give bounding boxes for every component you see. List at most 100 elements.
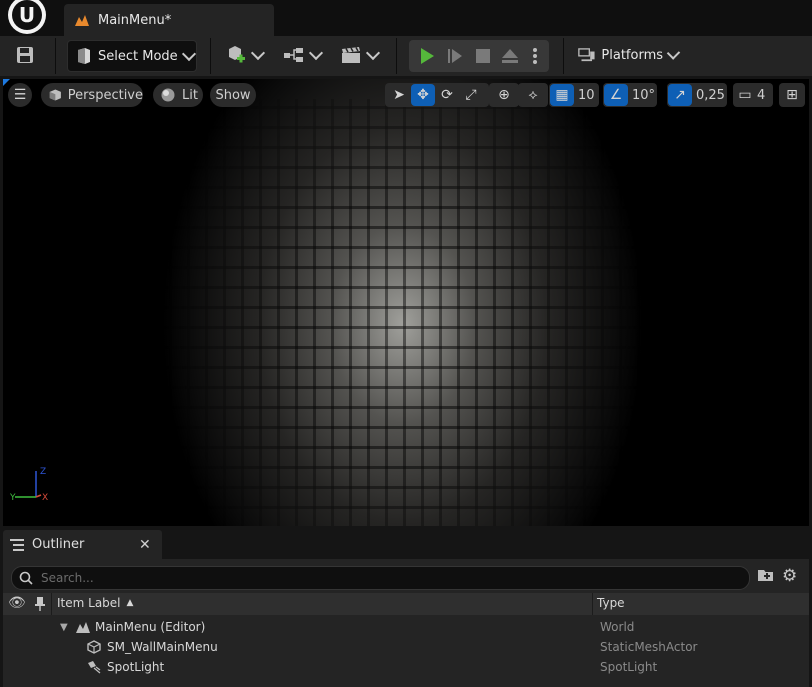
outliner-row-spotlight[interactable]: SpotLight SpotLight bbox=[3, 657, 809, 677]
world-icon bbox=[76, 622, 90, 633]
outliner-search-input[interactable] bbox=[11, 566, 750, 590]
more-vertical-icon bbox=[533, 48, 537, 64]
add-actor-button[interactable] bbox=[222, 40, 266, 70]
row-label: SM_WallMainMenu bbox=[107, 640, 218, 654]
save-icon bbox=[17, 47, 33, 63]
row-label: MainMenu (Editor) bbox=[95, 620, 206, 634]
spotlight-icon bbox=[88, 661, 101, 674]
tab-outliner[interactable]: Outliner ✕ bbox=[3, 530, 162, 559]
platforms-label: Platforms bbox=[601, 47, 664, 63]
cinematics-button[interactable] bbox=[337, 40, 381, 70]
outliner-row-static-mesh[interactable]: SM_WallMainMenu StaticMeshActor bbox=[3, 637, 809, 657]
chevron-down-icon bbox=[666, 46, 681, 60]
axis-y-label: Y bbox=[9, 493, 16, 503]
sort-ascending-icon: ▲ bbox=[126, 598, 134, 608]
camera-icon: ▭ bbox=[738, 87, 752, 103]
play-controls bbox=[409, 40, 549, 72]
grid-snap-button[interactable]: ▦ 10 bbox=[549, 83, 599, 107]
camera-speed-button[interactable]: ▭ 4 bbox=[733, 83, 773, 107]
outliner-icon bbox=[10, 538, 24, 551]
clapperboard-icon bbox=[342, 47, 360, 63]
search-icon bbox=[19, 571, 33, 585]
type-column-header[interactable]: Type bbox=[597, 596, 625, 610]
lit-button[interactable]: Lit bbox=[153, 83, 203, 107]
close-icon[interactable]: ✕ bbox=[139, 537, 151, 553]
globe-icon: ⊕ bbox=[498, 87, 510, 103]
row-type: World bbox=[600, 620, 635, 634]
chevron-down-icon bbox=[181, 46, 196, 62]
save-button[interactable] bbox=[10, 40, 40, 70]
axis-z-label: Z bbox=[40, 467, 46, 477]
axis-x-label: X bbox=[42, 493, 48, 503]
platforms-icon bbox=[578, 48, 595, 62]
viewport-layout-button[interactable]: ⊞ bbox=[779, 83, 805, 107]
viewport-toolbar: ☰ Perspective Lit Show ➤ ✥ ⟳ ⤢ ⊕ ⟡ ▦ 10 bbox=[3, 79, 809, 113]
add-folder-button[interactable] bbox=[757, 567, 775, 587]
play-button[interactable] bbox=[415, 41, 439, 71]
angle-icon: ∠ bbox=[604, 84, 628, 106]
row-type: SpotLight bbox=[600, 660, 658, 674]
hamburger-icon: ☰ bbox=[13, 87, 27, 103]
settings-button[interactable]: ⚙ bbox=[782, 566, 797, 586]
collapse-arrow-icon[interactable]: ▼ bbox=[60, 622, 68, 633]
search-field[interactable] bbox=[39, 570, 723, 586]
chevron-down-icon bbox=[250, 45, 266, 61]
chevron-down-icon bbox=[365, 45, 381, 61]
outliner-row-world[interactable]: ▼ MainMenu (Editor) World bbox=[3, 617, 809, 637]
static-mesh-icon bbox=[87, 640, 101, 654]
play-icon bbox=[421, 48, 434, 64]
cube-icon bbox=[49, 89, 61, 101]
level-viewport[interactable]: ☰ Perspective Lit Show ➤ ✥ ⟳ ⤢ ⊕ ⟡ ▦ 10 bbox=[3, 79, 809, 526]
gear-icon: ⚙ bbox=[782, 566, 798, 586]
lit-sphere-icon bbox=[161, 88, 175, 102]
camera-speed-value: 4 bbox=[757, 87, 766, 103]
level-icon bbox=[75, 15, 89, 26]
surface-snap-icon: ⟡ bbox=[528, 87, 538, 103]
stop-button[interactable] bbox=[471, 41, 495, 71]
blueprint-icon bbox=[284, 48, 303, 62]
scale-snap-icon: ↗ bbox=[668, 84, 692, 106]
coordinate-system-button[interactable]: ⊕ bbox=[489, 83, 519, 107]
select-mode-dropdown[interactable]: Select Mode bbox=[67, 40, 197, 72]
show-label: Show bbox=[215, 87, 251, 103]
platforms-dropdown[interactable]: Platforms bbox=[578, 40, 681, 70]
rotation-snap-button[interactable]: ∠ 10° bbox=[603, 83, 657, 107]
outliner-tab-label: Outliner bbox=[32, 537, 85, 552]
transform-tools: ➤ ✥ ⟳ ⤢ bbox=[385, 83, 489, 107]
cobblestone-wall bbox=[133, 99, 693, 526]
rotate-tool-icon[interactable]: ⟳ bbox=[435, 87, 459, 103]
grid-icon: ▦ bbox=[550, 84, 574, 106]
visibility-column-icon[interactable]: 👁 bbox=[8, 595, 26, 611]
play-options-button[interactable] bbox=[525, 41, 545, 71]
add-actor-icon bbox=[229, 46, 245, 63]
pin-column-icon[interactable] bbox=[34, 596, 46, 612]
item-label-header: Item Label bbox=[57, 596, 121, 610]
move-tool-icon[interactable]: ✥ bbox=[411, 84, 435, 106]
blueprints-button[interactable] bbox=[280, 40, 324, 70]
lit-label: Lit bbox=[182, 87, 198, 103]
surface-snapping-button[interactable]: ⟡ bbox=[518, 83, 548, 107]
row-type: StaticMeshActor bbox=[600, 640, 698, 654]
layout-grid-icon: ⊞ bbox=[786, 87, 798, 103]
row-label: SpotLight bbox=[107, 660, 165, 674]
select-mode-icon bbox=[78, 48, 90, 64]
axis-gizmo: Z Y X bbox=[9, 467, 48, 503]
folder-add-icon bbox=[758, 570, 773, 581]
advance-frame-button[interactable] bbox=[443, 41, 467, 71]
perspective-button[interactable]: Perspective bbox=[41, 83, 143, 107]
viewport-menu-button[interactable]: ☰ bbox=[8, 83, 32, 107]
select-tool-icon[interactable]: ➤ bbox=[387, 87, 411, 103]
perspective-label: Perspective bbox=[67, 87, 143, 103]
scale-tool-icon[interactable]: ⤢ bbox=[459, 87, 483, 103]
item-label-column-header[interactable]: Item Label ▲ bbox=[57, 596, 133, 610]
tab-mainmenu[interactable]: MainMenu* bbox=[64, 4, 274, 36]
rotation-snap-value: 10° bbox=[632, 87, 656, 103]
chevron-down-icon bbox=[308, 45, 324, 61]
eject-icon bbox=[502, 49, 518, 63]
main-toolbar: Select Mode Platforms bbox=[0, 36, 812, 76]
scale-snap-button[interactable]: ↗ 0,25 bbox=[667, 83, 727, 107]
eject-button[interactable] bbox=[498, 41, 522, 71]
frame-skip-icon bbox=[448, 49, 462, 63]
show-button[interactable]: Show bbox=[210, 83, 256, 107]
stop-icon bbox=[476, 49, 490, 63]
